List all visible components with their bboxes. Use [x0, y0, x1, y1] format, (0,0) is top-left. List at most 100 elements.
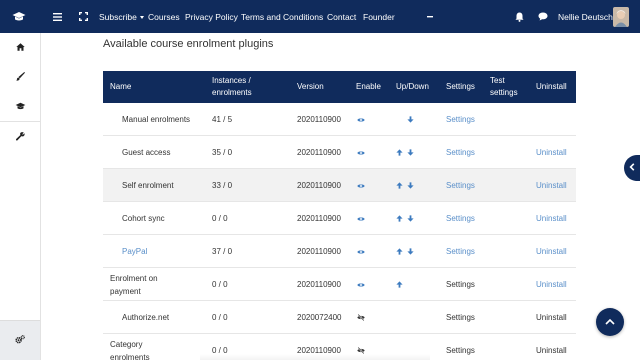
arrow-up-icon[interactable] [396, 235, 403, 268]
eye-icon[interactable] [357, 136, 365, 169]
chat-bubble-icon[interactable] [538, 0, 548, 33]
caret-down-icon [139, 15, 144, 19]
arrow-down-icon[interactable] [407, 136, 414, 169]
col-header-test-settings: Test settings [490, 76, 518, 97]
scroll-fade [200, 354, 430, 360]
plugin-name: Manual enrolments [122, 115, 191, 124]
plugin-instances: 41 / 5 [212, 115, 233, 124]
hamburger-icon[interactable] [53, 0, 62, 33]
plugin-version: 2020110900 [297, 247, 341, 256]
settings-link[interactable]: Settings [446, 268, 475, 301]
eye-icon[interactable] [357, 202, 365, 235]
plugin-instances: 0 / 0 [212, 313, 228, 322]
eye-icon[interactable] [357, 268, 365, 301]
eye-icon[interactable] [357, 235, 365, 268]
table-row: Authorize.net 0 / 0 2020072400 Settings Unin… [103, 301, 576, 334]
page-heading: Available course enrolment plugins [103, 38, 274, 50]
table-row: PayPal 37 / 0 2020110900 Settings Uninstall [103, 235, 576, 268]
cogs-icon [15, 335, 25, 346]
table-row: Enrolment on payment 0 / 0 2020110900 Setti… [103, 268, 576, 301]
settings-link[interactable]: Settings [446, 202, 475, 235]
settings-cogs-button[interactable] [0, 320, 40, 360]
plugin-version: 2020110900 [297, 214, 341, 223]
arrow-up-icon[interactable] [396, 268, 403, 301]
eye-slash-icon[interactable] [357, 301, 365, 334]
arrow-down-icon[interactable] [407, 235, 414, 268]
graduation-cap-icon[interactable] [13, 99, 27, 113]
col-header-settings: Settings [446, 82, 475, 91]
avatar[interactable] [613, 0, 629, 33]
uninstall-link[interactable]: Uninstall [536, 268, 567, 301]
more-menu-icon[interactable] [427, 0, 433, 33]
eye-icon[interactable] [357, 169, 365, 202]
expand-icon[interactable] [79, 0, 88, 33]
settings-link[interactable]: Settings [446, 103, 475, 136]
nav-subscribe-dropdown[interactable]: Subscribe [99, 0, 144, 33]
plugin-version: 2020110900 [297, 280, 341, 289]
nav-privacy-policy[interactable]: Privacy Policy [185, 0, 238, 33]
home-icon[interactable] [13, 40, 27, 54]
plugin-name: Category enrolments [110, 339, 150, 360]
arrow-up-icon[interactable] [396, 202, 403, 235]
uninstall-link[interactable]: Uninstall [536, 235, 567, 268]
brush-icon[interactable] [13, 69, 27, 83]
col-header-instances: Instances / enrolments [212, 76, 252, 97]
uninstall-link[interactable]: Uninstall [536, 136, 567, 169]
table-header: Name Instances / enrolments Version Enab… [103, 71, 576, 103]
col-header-enable: Enable [356, 82, 381, 91]
nav-courses[interactable]: Courses [148, 0, 180, 33]
wrench-icon[interactable] [13, 129, 27, 143]
chevron-left-icon [629, 163, 635, 173]
col-header-updown: Up/Down [396, 82, 429, 91]
bell-icon[interactable] [515, 0, 524, 33]
settings-link[interactable]: Settings [446, 169, 475, 202]
plugin-name: Authorize.net [122, 313, 170, 322]
uninstall-link[interactable]: Uninstall [536, 202, 567, 235]
eye-icon[interactable] [357, 103, 365, 136]
uninstall-link[interactable]: Uninstall [536, 301, 567, 334]
plugin-name: Self enrolment [122, 181, 174, 190]
chevron-up-icon [605, 318, 615, 327]
plugin-version: 2020110900 [297, 115, 341, 124]
settings-link[interactable]: Settings [446, 136, 475, 169]
table-row: Guest access 35 / 0 2020110900 Settings Unin… [103, 136, 576, 169]
col-header-name: Name [110, 82, 132, 91]
table-row: Manual enrolments 41 / 5 2020110900 Setting… [103, 103, 576, 136]
plugin-version: 2020110900 [297, 181, 341, 190]
col-header-version: Version [297, 82, 324, 91]
settings-link[interactable]: Settings [446, 235, 475, 268]
arrow-down-icon[interactable] [407, 103, 414, 136]
back-to-top-button[interactable] [596, 308, 624, 336]
settings-link[interactable]: Settings [446, 334, 475, 360]
plugin-instances: 35 / 0 [212, 148, 233, 157]
graduation-cap-icon[interactable] [12, 0, 26, 33]
plugin-version: 2020072400 [297, 313, 342, 322]
table-row: Cohort sync 0 / 0 2020110900 Settings Uninst… [103, 202, 576, 235]
arrow-down-icon[interactable] [407, 169, 414, 202]
left-sidebar [0, 33, 41, 360]
plugin-name: Guest access [122, 148, 171, 157]
nav-contact[interactable]: Contact [327, 0, 356, 33]
top-navbar: Subscribe Courses Privacy Policy Terms a… [0, 0, 640, 33]
uninstall-link[interactable]: Uninstall [536, 334, 567, 360]
nav-founder[interactable]: Founder [363, 0, 395, 33]
table-row: Self enrolment 33 / 0 2020110900 Settings Un… [103, 169, 576, 202]
plugin-instances: 0 / 0 [212, 214, 228, 223]
user-menu-name[interactable]: Nellie Deutsch [558, 0, 613, 33]
drawer-toggle-button[interactable] [624, 155, 640, 181]
plugin-instances: 37 / 0 [212, 247, 233, 256]
plugin-instances: 33 / 0 [212, 181, 233, 190]
enrolment-plugins-table: Name Instances / enrolments Version Enab… [103, 71, 576, 360]
uninstall-link[interactable]: Uninstall [536, 169, 567, 202]
plugin-name: Enrolment on payment [110, 273, 158, 296]
arrow-up-icon[interactable] [396, 169, 403, 202]
settings-link[interactable]: Settings [446, 301, 475, 334]
plugin-instances: 0 / 0 [212, 280, 228, 289]
arrow-up-icon[interactable] [396, 136, 403, 169]
arrow-down-icon[interactable] [407, 202, 414, 235]
nav-terms[interactable]: Terms and Conditions [241, 0, 323, 33]
sidebar-divider [0, 121, 40, 122]
table-body: Manual enrolments 41 / 5 2020110900 Setting… [103, 103, 576, 360]
col-header-uninstall: Uninstall [536, 82, 567, 91]
plugin-name[interactable]: PayPal [122, 235, 217, 268]
